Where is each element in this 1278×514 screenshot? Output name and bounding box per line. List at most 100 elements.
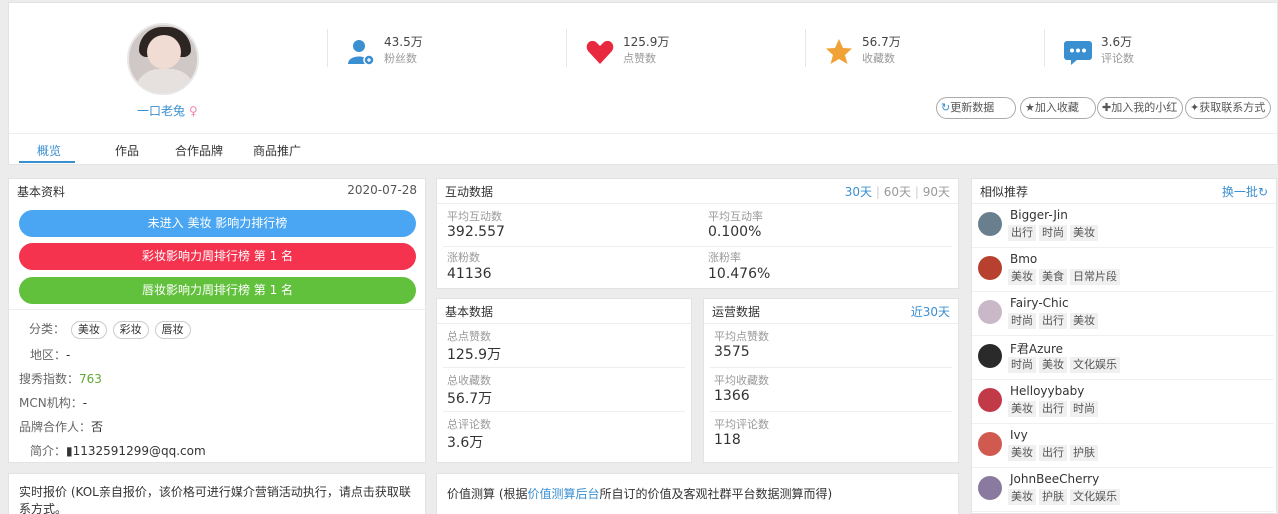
- get-contact-button[interactable]: ✦获取联系方式: [1185, 97, 1271, 119]
- avatar[interactable]: [978, 256, 1002, 280]
- intro-row: 简介：▮1132591299@qq.com: [30, 442, 206, 459]
- tab-works[interactable]: 作品: [115, 142, 139, 159]
- category-tag[interactable]: 彩妆: [112, 321, 149, 339]
- add-favorite-button[interactable]: ★加入收藏: [1020, 97, 1096, 119]
- avatar[interactable]: [978, 300, 1002, 324]
- category-tag[interactable]: 唇妆: [154, 321, 191, 339]
- metric-label: 平均评论数: [714, 418, 769, 431]
- refresh-label: 更新数据: [950, 101, 995, 114]
- similar-tag: 出行: [1039, 401, 1067, 417]
- tab-brands[interactable]: 合作品牌: [175, 142, 223, 159]
- category-row: 分类： 美妆 彩妆 唇妆: [29, 320, 191, 339]
- add-list-label: 加入我的小红: [1111, 101, 1178, 114]
- avatar[interactable]: [978, 476, 1002, 500]
- similar-name[interactable]: JohnBeeCherry: [1010, 472, 1099, 486]
- refresh-data-button[interactable]: ↻更新数据: [936, 97, 1016, 119]
- mcn-value: -: [82, 396, 88, 410]
- similar-name[interactable]: F君Azure: [1010, 340, 1063, 357]
- quote-text: 实时报价 (KOL亲自报价，该价格可进行媒介营销活动执行，请点击获取联系方式。: [19, 485, 411, 514]
- avatar[interactable]: [978, 344, 1002, 368]
- ops-data-panel: 运营数据 近30天 平均点赞数 3575 平均收藏数 1366 平均评论数 11…: [703, 298, 959, 463]
- similar-panel: 相似推荐 换一批↻ Bigger-Jin 出行 时尚 美妆 Bmo 美妆 美食 日常片段 Fai…: [971, 178, 1277, 514]
- similar-tag: 护肤: [1039, 489, 1067, 505]
- bookmark-icon: ▮: [66, 444, 73, 458]
- ops-range-link[interactable]: 近30天: [911, 303, 950, 320]
- tab-bar: 概览 作品 合作品牌 商品推广: [9, 133, 1277, 165]
- region-value: -: [66, 348, 71, 362]
- range-90-days[interactable]: 90天: [923, 185, 950, 199]
- similar-name[interactable]: Bmo: [1010, 252, 1037, 266]
- similar-name[interactable]: Ivy: [1010, 428, 1028, 442]
- basic-info-panel: 基本资料 2020-07-28 未进入 美妆 影响力排行榜 彩妆影响力周排行榜 …: [8, 178, 426, 463]
- metric-label: 涨粉率: [708, 251, 741, 264]
- category-tag[interactable]: 美妆: [70, 321, 107, 339]
- plus-icon: ✚: [1102, 101, 1112, 114]
- similar-name[interactable]: Bigger-Jin: [1010, 208, 1068, 222]
- similar-tag: 护肤: [1070, 445, 1098, 461]
- similar-name[interactable]: Fairy-Chic: [1010, 296, 1069, 310]
- similar-tag: 日常片段: [1070, 269, 1120, 285]
- similar-tag: 出行: [1008, 225, 1036, 241]
- basic-data-title: 基本数据: [445, 305, 494, 319]
- avatar[interactable]: [978, 388, 1002, 412]
- metric-label: 平均收藏数: [714, 374, 769, 387]
- avatar[interactable]: [127, 23, 199, 95]
- similar-tag: 美妆: [1070, 225, 1098, 241]
- region-row: 地区：-: [30, 346, 70, 363]
- rank-badge-lip-makeup[interactable]: 唇妆影响力周排行榜 第 1 名: [19, 277, 416, 304]
- avatar[interactable]: [978, 212, 1002, 236]
- similar-item[interactable]: JohnBeeCherry 美妆 护肤 文化娱乐: [972, 468, 1274, 512]
- similar-item[interactable]: F君Azure 时尚 美妆 文化娱乐: [972, 336, 1274, 380]
- index-label: 搜秀指数：: [19, 372, 80, 386]
- rank-badge-makeup[interactable]: 未进入 美妆 影响力排行榜: [19, 210, 416, 237]
- value-calc-text: 价值测算 (根据价值测算后台所自订的价值及客观社群平台数据测算而得): [447, 485, 832, 502]
- similar-item[interactable]: Bmo 美妆 美食 日常片段: [972, 248, 1274, 292]
- metric-label: 平均点赞数: [714, 330, 769, 343]
- profile-header: 一口老兔 ♀ 43.5万 粉丝数 125.9万 点赞数 56.7万 收藏数 3.6…: [8, 2, 1278, 165]
- ops-data-title: 运营数据: [712, 305, 761, 319]
- contact-label: 获取联系方式: [1199, 101, 1266, 114]
- metric-label: 平均互动数: [447, 210, 502, 223]
- metric-value: 56.7万: [447, 391, 493, 407]
- similar-name[interactable]: Helloyybaby: [1010, 384, 1084, 398]
- avatar[interactable]: [978, 432, 1002, 456]
- refresh-icon: ↻: [941, 101, 951, 114]
- similar-tag: 美妆: [1008, 445, 1036, 461]
- similar-tag: 文化娱乐: [1070, 357, 1120, 373]
- add-list-button[interactable]: ✚加入我的小红: [1097, 97, 1183, 119]
- refresh-batch-button[interactable]: 换一批↻: [1222, 183, 1268, 200]
- favorite-label: 加入收藏: [1034, 101, 1079, 114]
- range-30-days[interactable]: 30天: [845, 185, 872, 199]
- similar-item[interactable]: Helloyybaby 美妆 出行 时尚: [972, 380, 1274, 424]
- similar-item[interactable]: Fairy-Chic 时尚 出行 美妆: [972, 292, 1274, 336]
- similar-tag: 美妆: [1008, 269, 1036, 285]
- similar-tag: 出行: [1039, 445, 1067, 461]
- metric-value: 118: [714, 432, 741, 448]
- tab-overview[interactable]: 概览: [37, 142, 61, 159]
- username-text: 一口老兔: [137, 104, 186, 118]
- similar-tag: 时尚: [1039, 225, 1067, 241]
- metric-label: 总收藏数: [447, 374, 491, 387]
- region-label: 地区：: [30, 348, 67, 362]
- basic-data-panel: 基本数据 总点赞数 125.9万 总收藏数 56.7万 总评论数 3.6万: [436, 298, 692, 463]
- refresh-icon: ↻: [1257, 185, 1268, 199]
- range-60-days[interactable]: 60天: [884, 185, 911, 199]
- similar-tags: 美妆 出行 时尚: [1008, 401, 1101, 417]
- similar-item[interactable]: Ivy 美妆 出行 护肤: [972, 424, 1274, 468]
- similar-item[interactable]: Bigger-Jin 出行 时尚 美妆: [972, 204, 1274, 248]
- intro-value: 1132591299@qq.com: [72, 444, 206, 458]
- range-selector: 30天 | 60天 | 90天: [844, 185, 950, 199]
- similar-tag: 时尚: [1070, 401, 1098, 417]
- handshake-icon: ✦: [1190, 101, 1200, 114]
- favorites-label: 收藏数: [862, 52, 895, 65]
- similar-tag: 出行: [1039, 313, 1067, 329]
- value-calc-link[interactable]: 价值测算后台: [528, 487, 600, 501]
- refresh-batch-label: 换一批: [1221, 185, 1258, 199]
- similar-tag: 美妆: [1008, 489, 1036, 505]
- value-calc-panel: 价值测算 (根据价值测算后台所自订的价值及客观社群平台数据测算而得): [436, 473, 959, 514]
- fans-count: 43.5万: [384, 35, 423, 49]
- rank-badge-color-makeup[interactable]: 彩妆影响力周排行榜 第 1 名: [19, 243, 416, 270]
- tab-promotion[interactable]: 商品推广: [253, 142, 301, 159]
- similar-tags: 出行 时尚 美妆: [1008, 225, 1101, 241]
- similar-tag: 美妆: [1070, 313, 1098, 329]
